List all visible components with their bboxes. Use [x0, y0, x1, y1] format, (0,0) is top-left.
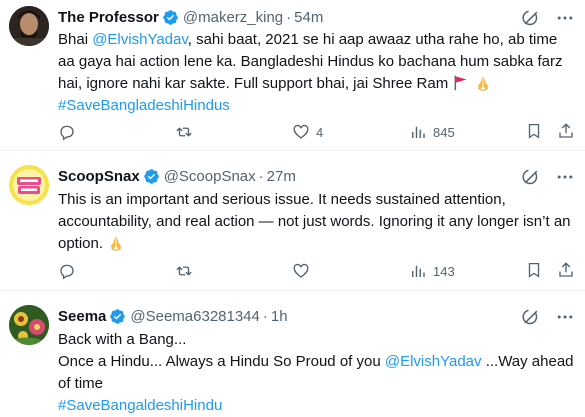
- author-name[interactable]: The Professor: [58, 9, 159, 26]
- share-icon[interactable]: [557, 122, 575, 140]
- views-button[interactable]: 143: [409, 261, 455, 281]
- timestamp[interactable]: 1h: [271, 308, 288, 325]
- avatar[interactable]: [9, 6, 49, 46]
- author-handle[interactable]: @makerz_king: [183, 9, 283, 26]
- verified-badge-icon: [163, 9, 178, 25]
- like-count: 4: [316, 124, 324, 140]
- separator-dot: ·: [286, 8, 292, 26]
- text-run: Bhai: [58, 31, 93, 48]
- author-name[interactable]: Seema: [58, 308, 106, 325]
- tweet-text: Bhai @ElvishYadav, sahi baat, 2021 se hi…: [58, 29, 578, 117]
- timestamp[interactable]: 27m: [267, 168, 296, 185]
- reply-button[interactable]: [58, 122, 82, 142]
- views-button[interactable]: 845: [409, 122, 455, 142]
- mention-link[interactable]: @ElvishYadav: [92, 31, 188, 48]
- reply-icon: [60, 264, 74, 280]
- author-handle[interactable]: @Seema63281344: [130, 308, 260, 325]
- tweet-text: Back with a Bang... Once a Hindu... Alwa…: [58, 329, 578, 417]
- avatar-image: [9, 305, 49, 345]
- verified-badge-icon: [110, 308, 126, 324]
- tweet-1[interactable]: The Professor @makerz_king · 54m Bhai @E…: [0, 0, 585, 150]
- bookmark-icon[interactable]: [525, 122, 543, 140]
- text-run: Back with a Bang...: [58, 331, 187, 348]
- mention-link[interactable]: @ElvishYadav: [385, 353, 482, 370]
- like-button[interactable]: 4: [292, 122, 323, 142]
- avatar[interactable]: [9, 165, 49, 205]
- repost-icon: [176, 266, 192, 276]
- verified-badge-icon: [143, 168, 159, 184]
- views-icon: [412, 126, 425, 138]
- text-run: This is an important and serious issue. …: [58, 191, 571, 252]
- avatar[interactable]: [9, 305, 49, 345]
- share-icon[interactable]: [557, 261, 575, 279]
- like-icon: [293, 263, 309, 278]
- repost-button[interactable]: [175, 122, 199, 142]
- tweet-3[interactable]: Seema @Seema63281344 · 1h Back with a Ba…: [0, 291, 585, 416]
- grok-icon[interactable]: [521, 8, 541, 28]
- grok-icon[interactable]: [521, 307, 541, 327]
- views-icon: [412, 265, 425, 277]
- author-name[interactable]: ScoopSnax: [58, 168, 140, 185]
- tweet-2[interactable]: ScoopSnax @ScoopSnax · 27m This is an im…: [0, 151, 585, 290]
- hashtag-link[interactable]: #SaveBangaldeshiHindu: [58, 397, 222, 414]
- timestamp[interactable]: 54m: [294, 9, 323, 26]
- text-run: Once a Hindu... Always a Hindu So Proud …: [58, 353, 385, 370]
- like-icon: [293, 124, 309, 139]
- reply-icon: [60, 125, 74, 141]
- reply-button[interactable]: [58, 261, 82, 281]
- more-icon[interactable]: [555, 8, 575, 28]
- grok-icon[interactable]: [521, 167, 541, 187]
- avatar-image: [9, 165, 49, 205]
- repost-button[interactable]: [175, 261, 199, 281]
- avatar-image: [9, 6, 49, 46]
- folded-hands-icon: [477, 75, 488, 91]
- view-count: 845: [433, 124, 455, 140]
- more-icon[interactable]: [555, 307, 575, 327]
- tweet-text: This is an important and serious issue. …: [58, 189, 578, 255]
- author-handle[interactable]: @ScoopSnax: [164, 168, 256, 185]
- folded-hands-icon: [110, 235, 122, 251]
- bookmark-icon[interactable]: [525, 261, 543, 279]
- view-count: 143: [433, 263, 455, 279]
- separator-dot: ·: [262, 307, 268, 325]
- like-button[interactable]: [292, 261, 316, 281]
- red-flag-icon: [454, 75, 467, 91]
- repost-icon: [176, 127, 192, 137]
- separator-dot: ·: [258, 167, 264, 185]
- more-icon[interactable]: [555, 167, 575, 187]
- hashtag-link[interactable]: #SaveBangladeshiHindus: [58, 97, 230, 114]
